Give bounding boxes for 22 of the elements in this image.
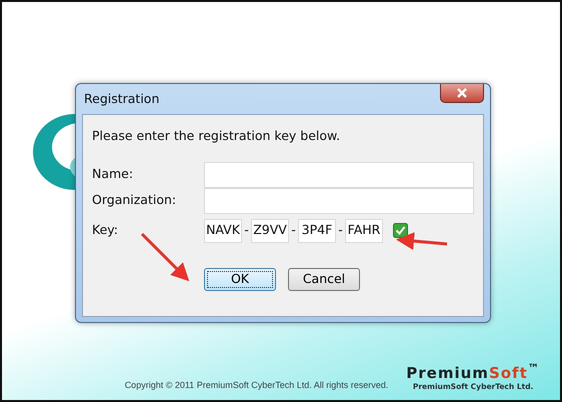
input-field[interactable] <box>204 162 474 188</box>
arrow-drawing <box>140 232 190 282</box>
key-segment-field[interactable]: NAVK <box>204 218 242 243</box>
instruction-text: Please enter the registration key below. <box>92 127 342 145</box>
field-label: Key: <box>92 221 119 240</box>
brand-logo: PremiumSoft$^{™}$ <box>406 366 540 381</box>
field-label: Organization: <box>92 191 178 210</box>
field-label: Name: <box>92 165 134 184</box>
arrow-drawing <box>396 232 448 250</box>
separator-text: - <box>243 221 250 240</box>
separator-text: - <box>337 221 344 240</box>
separator-text: - <box>290 221 297 240</box>
key-segment-field[interactable]: 3P4F <box>298 218 336 243</box>
close-icon <box>456 88 468 98</box>
input-field[interactable] <box>204 188 474 214</box>
key-segment-field[interactable]: Z9VV <box>251 218 289 243</box>
cancel-button[interactable]: Cancel <box>288 268 360 291</box>
window-title: Registration <box>83 90 160 108</box>
key-segment-field[interactable]: FAHR <box>345 218 383 243</box>
close-button[interactable] <box>440 84 484 103</box>
copyright-text: Copyright © 2011 PremiumSoft CyberTech Ltd. All rights reserved. <box>124 378 388 392</box>
ok-button[interactable]: OK <box>204 268 276 291</box>
